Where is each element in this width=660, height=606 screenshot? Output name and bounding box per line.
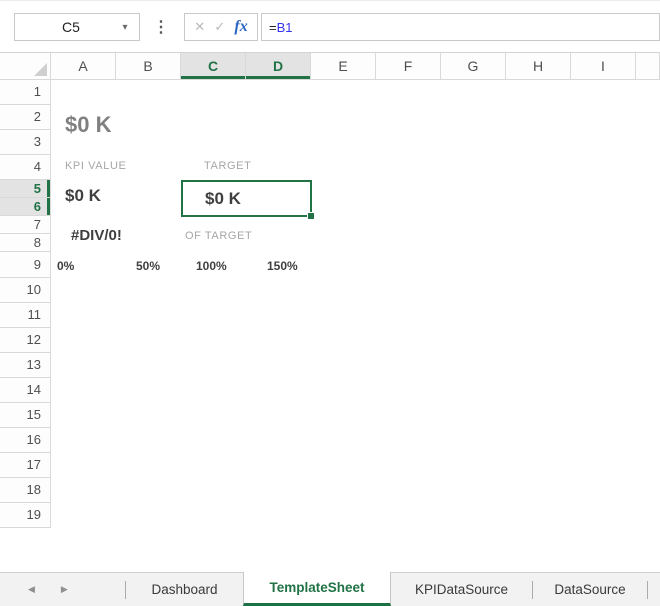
column-header-b[interactable]: B bbox=[116, 53, 181, 80]
tabs-scroll-left-icon[interactable]: ◀ bbox=[28, 584, 35, 595]
cell-big-kpi-value[interactable]: $0 K bbox=[65, 112, 111, 138]
row-header-14[interactable]: 14 bbox=[0, 378, 51, 403]
tabs-scroll-right-icon[interactable]: ▶ bbox=[61, 584, 68, 595]
name-box-dropdown-icon[interactable]: ▾ bbox=[111, 22, 139, 33]
row-header-16[interactable]: 16 bbox=[0, 428, 51, 453]
cell-scale-0-percent[interactable]: 0% bbox=[57, 259, 74, 273]
name-box[interactable]: C5 ▾ bbox=[14, 13, 140, 41]
sheet-tab-datasource[interactable]: DataSource bbox=[533, 573, 647, 606]
column-header-h[interactable]: H bbox=[506, 53, 571, 80]
formula-equals-sign: = bbox=[269, 20, 277, 35]
column-header-d[interactable]: D bbox=[246, 53, 311, 80]
column-header-i[interactable]: I bbox=[571, 53, 636, 80]
row-header-13[interactable]: 13 bbox=[0, 353, 51, 378]
cancel-icon[interactable]: ✕ bbox=[194, 19, 205, 35]
row-header-17[interactable]: 17 bbox=[0, 453, 51, 478]
row-header-2[interactable]: 2 bbox=[0, 105, 51, 130]
cell-target-value[interactable]: $0 K bbox=[205, 183, 241, 214]
column-header-a[interactable]: A bbox=[51, 53, 116, 80]
formula-input[interactable]: = B1 bbox=[261, 13, 660, 41]
cell-of-target-label[interactable]: OF TARGET bbox=[185, 230, 252, 242]
cell-scale-150-percent[interactable]: 150% bbox=[267, 259, 298, 273]
cell-variance-value[interactable]: #DIV/0! bbox=[71, 227, 122, 244]
row-header-9[interactable]: 9 bbox=[0, 252, 51, 278]
fill-handle[interactable] bbox=[307, 212, 315, 220]
row-header-5[interactable]: 5 bbox=[0, 180, 51, 198]
row-header-8[interactable]: 8 bbox=[0, 234, 51, 252]
select-all-triangle-icon bbox=[34, 63, 47, 76]
row-header-10[interactable]: 10 bbox=[0, 278, 51, 303]
row-header-6[interactable]: 6 bbox=[0, 198, 51, 216]
sheet-tab-kpidatasource[interactable]: KPIDataSource bbox=[391, 573, 532, 606]
column-header-row: A B C D E F G H I bbox=[0, 53, 660, 80]
row-header-3[interactable]: 3 bbox=[0, 130, 51, 155]
enter-icon[interactable]: ✓ bbox=[214, 19, 225, 35]
sheet-tab-dashboard[interactable]: Dashboard bbox=[126, 573, 243, 606]
cell-kpi-value-label[interactable]: KPI VALUE bbox=[65, 160, 126, 172]
tab-separator bbox=[647, 581, 648, 599]
sheet-tab-templatesheet-active[interactable]: TemplateSheet bbox=[243, 572, 391, 606]
column-header-f[interactable]: F bbox=[376, 53, 441, 80]
tab-scroll-controls: ◀ ▶ bbox=[0, 573, 125, 606]
row-header-12[interactable]: 12 bbox=[0, 328, 51, 353]
column-header-g[interactable]: G bbox=[441, 53, 506, 80]
cell-scale-100-percent[interactable]: 100% bbox=[196, 259, 227, 273]
formula-bar-menu-dots-icon[interactable]: ⋮ bbox=[152, 13, 170, 41]
cell-scale-50-percent[interactable]: 50% bbox=[136, 259, 160, 273]
formula-cell-reference: B1 bbox=[277, 20, 293, 35]
sheet-tab-bar: ◀ ▶ Dashboard TemplateSheet KPIDataSourc… bbox=[0, 572, 660, 606]
row-header-18[interactable]: 18 bbox=[0, 478, 51, 503]
row-header-4[interactable]: 4 bbox=[0, 155, 51, 180]
spreadsheet-app: { "formula_bar": { "cell_reference": "C5… bbox=[0, 0, 660, 606]
select-all-corner[interactable] bbox=[0, 53, 51, 80]
row-header-7[interactable]: 7 bbox=[0, 216, 51, 234]
row-header-11[interactable]: 11 bbox=[0, 303, 51, 328]
formula-action-box: ✕ ✓ fx bbox=[184, 13, 258, 41]
row-header-15[interactable]: 15 bbox=[0, 403, 51, 428]
cell-kpi-value[interactable]: $0 K bbox=[65, 186, 101, 206]
insert-function-icon[interactable]: fx bbox=[234, 18, 247, 36]
formula-bar: C5 ▾ ⋮ ✕ ✓ fx = B1 bbox=[0, 0, 660, 53]
name-box-cell-reference: C5 bbox=[15, 19, 111, 35]
row-header-19[interactable]: 19 bbox=[0, 503, 51, 528]
cell-target-label[interactable]: TARGET bbox=[204, 160, 251, 172]
column-header-partial[interactable] bbox=[636, 53, 660, 80]
row-header-column: 1 2 3 4 5 6 7 8 9 10 11 12 13 14 15 16 1… bbox=[0, 80, 51, 528]
column-header-e[interactable]: E bbox=[311, 53, 376, 80]
column-header-c[interactable]: C bbox=[181, 53, 246, 80]
row-header-1[interactable]: 1 bbox=[0, 80, 51, 105]
selected-range-c5-d6[interactable]: $0 K bbox=[181, 180, 312, 217]
